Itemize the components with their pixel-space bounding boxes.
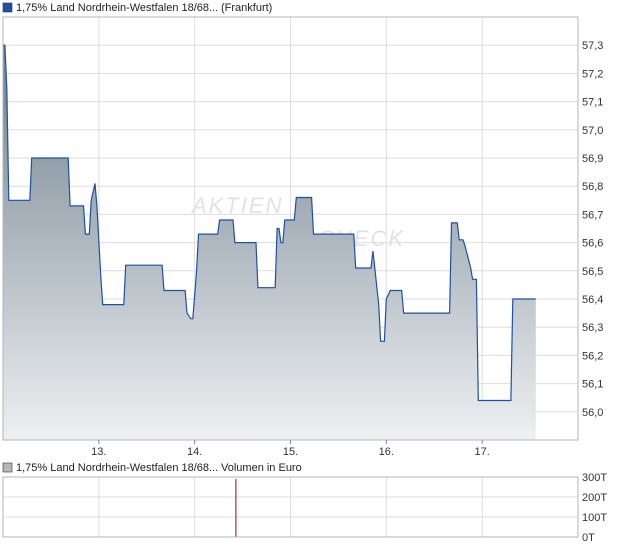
price-legend-exchange: (Frankfurt): [221, 2, 272, 14]
price-y-tick-label: 56,7: [582, 209, 603, 221]
volume-legend-unit: Volumen in Euro: [221, 462, 302, 474]
price-legend-swatch: [2, 2, 13, 13]
price-y-tick-label: 56,4: [582, 294, 603, 306]
price-y-tick-label: 56,8: [582, 181, 603, 193]
price-y-tick-label: 56,3: [582, 322, 603, 334]
price-panel: AKTIEN CHECK 57,357,257,157,056,956,856,…: [2, 16, 603, 458]
volume-y-tick-label: 300T: [582, 472, 607, 484]
price-x-tick-label: 15.: [283, 446, 298, 458]
price-x-tick-label: 14.: [187, 446, 202, 458]
volume-legend-swatch: [2, 462, 13, 473]
price-y-axis: 57,3 57,2 57,1 57,0 56,9 56,8 56,7 56,6 56,5 56,4…: [582, 40, 603, 419]
price-x-tick-label: 13.: [91, 446, 106, 458]
chart-figure: 1,75% Land Nordrhein-Westfalen 18/68... …: [2, 2, 607, 544]
price-y-tick-label: 56,9: [582, 153, 603, 165]
price-y-tick-label: 57,0: [582, 125, 603, 137]
price-y-tick-label: 56,6: [582, 238, 603, 250]
watermark-line-1: AKTIEN: [190, 193, 283, 218]
volume-y-tick-label: 200T: [582, 492, 607, 504]
price-x-tick-label: 17.: [475, 446, 490, 458]
price-y-tick-label: 56,1: [582, 379, 603, 391]
volume-y-axis: 300T 200T 100T 0T: [582, 472, 607, 544]
price-y-tick-label: 56,5: [582, 266, 603, 278]
volume-y-tick-label: 100T: [582, 512, 607, 524]
price-y-tick-label: 56,2: [582, 350, 603, 362]
price-y-tick-label: 56,0: [582, 407, 603, 419]
volume-panel: 300T 200T 100T 0T: [2, 472, 607, 544]
volume-legend-name: 1,75% Land Nordrhein-Westfalen 18/68...: [16, 462, 218, 474]
volume-y-tick-label: 0T: [582, 532, 595, 544]
price-x-tick-label: 16.: [379, 446, 394, 458]
price-y-tick-label: 57,2: [582, 68, 603, 80]
price-y-tick-label: 57,1: [582, 97, 603, 109]
price-x-axis: 13. 14. 15. 16. 17.: [91, 440, 490, 458]
price-legend-name: 1,75% Land Nordrhein-Westfalen 18/68...: [16, 2, 218, 14]
price-y-tick-label: 57,3: [582, 40, 603, 52]
